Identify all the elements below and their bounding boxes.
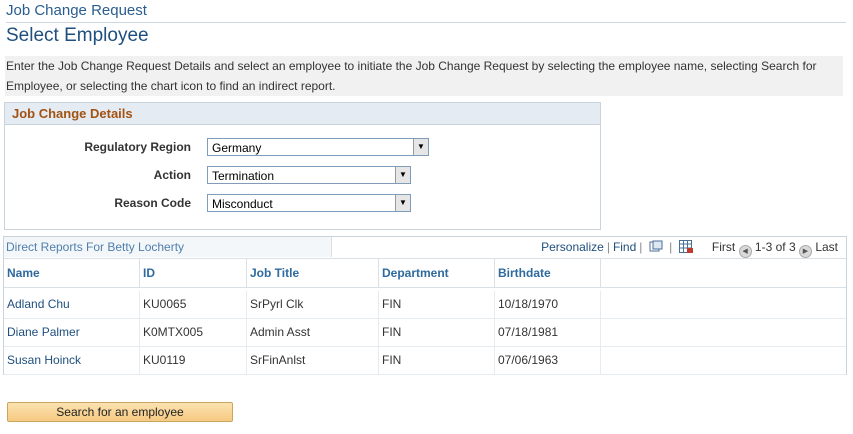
regulatory-region-label: Regulatory Region: [84, 140, 191, 154]
column-header-id[interactable]: ID: [140, 259, 247, 287]
column-header-department[interactable]: Department: [379, 259, 495, 287]
chevron-down-icon[interactable]: ▼: [413, 139, 428, 155]
regulatory-region-row: Regulatory Region Germany ▼: [5, 138, 429, 158]
action-label: Action: [153, 168, 191, 182]
birthdate: 07/18/1981: [495, 319, 601, 346]
row-filler: [601, 291, 846, 318]
column-header-job-title[interactable]: Job Title: [247, 259, 379, 287]
previous-page-icon[interactable]: ◀: [738, 245, 752, 258]
row-filler: [601, 347, 846, 374]
birthdate: 10/18/1970: [495, 291, 601, 318]
search-employee-button[interactable]: Search for an employee: [7, 402, 233, 422]
section-heading: Job Change Details: [5, 103, 600, 125]
job-title: SrPyrl Clk: [247, 291, 379, 318]
row-filler: [601, 319, 846, 346]
personalize-link[interactable]: Personalize: [541, 240, 604, 254]
view-all-icon[interactable]: [649, 240, 663, 253]
page-title: Select Employee: [6, 25, 149, 46]
next-page-icon[interactable]: ▶: [798, 245, 812, 258]
action-value: Termination: [212, 169, 275, 183]
column-header-filler: [601, 259, 846, 287]
chevron-down-icon[interactable]: ▼: [395, 195, 410, 211]
job-title: SrFinAnlst: [247, 347, 379, 374]
regulatory-region-value: Germany: [212, 141, 262, 155]
find-link[interactable]: Find: [613, 240, 636, 254]
grid-header-row: Name ID Job Title Department Birthdate: [4, 258, 846, 288]
table-row: Adland Chu KU0065 SrPyrl Clk FIN 10/18/1…: [4, 291, 846, 319]
employee-name-link[interactable]: Susan Hoinck: [4, 347, 140, 374]
reason-code-select[interactable]: Misconduct ▼: [207, 194, 411, 212]
table-row: Susan Hoinck KU0119 SrFinAnlst FIN 07/06…: [4, 347, 846, 375]
employee-id: KU0119: [140, 347, 247, 374]
table-row: Diane Palmer K0MTX005 Admin Asst FIN 07/…: [4, 319, 846, 347]
job-title: Admin Asst: [247, 319, 379, 346]
employee-id: KU0065: [140, 291, 247, 318]
department: FIN: [379, 291, 495, 318]
column-header-name[interactable]: Name: [4, 259, 140, 287]
row-range: 1-3 of 3: [754, 240, 796, 254]
column-header-birthdate[interactable]: Birthdate: [495, 259, 601, 287]
last-label: Last: [815, 240, 838, 254]
grid-navigation: Personalize | Find | | First ◀ 1-3 of 3 ▶ L…: [541, 240, 838, 258]
nav-separator: |: [669, 240, 673, 254]
action-row: Action Termination ▼: [5, 166, 425, 186]
instructions-span: Enter the Job Change Request Details and…: [6, 59, 817, 93]
instructions-text: Enter the Job Change Request Details and…: [5, 56, 843, 96]
employee-name-link[interactable]: Diane Palmer: [4, 319, 140, 346]
reason-code-value: Misconduct: [212, 197, 273, 211]
job-change-details-section: Job Change Details Regulatory Region Ger…: [4, 102, 601, 230]
action-select[interactable]: Termination ▼: [207, 166, 411, 184]
nav-separator: |: [639, 240, 643, 254]
birthdate: 07/06/1963: [495, 347, 601, 374]
reason-code-row: Reason Code Misconduct ▼: [5, 194, 425, 214]
download-spreadsheet-icon[interactable]: [678, 240, 693, 253]
breadcrumb-divider: [6, 22, 846, 23]
employee-id: K0MTX005: [140, 319, 247, 346]
department: FIN: [379, 319, 495, 346]
direct-reports-grid: Direct Reports For Betty Locherty Person…: [3, 236, 847, 375]
first-label: First: [711, 240, 736, 254]
chevron-down-icon[interactable]: ▼: [395, 167, 410, 183]
employee-name-link[interactable]: Adland Chu: [4, 291, 140, 318]
reason-code-label: Reason Code: [114, 196, 191, 210]
department: FIN: [379, 347, 495, 374]
nav-separator: |: [606, 240, 610, 254]
grid-title: Direct Reports For Betty Locherty: [4, 237, 332, 257]
regulatory-region-select[interactable]: Germany ▼: [207, 138, 429, 156]
breadcrumb: Job Change Request: [6, 2, 147, 19]
